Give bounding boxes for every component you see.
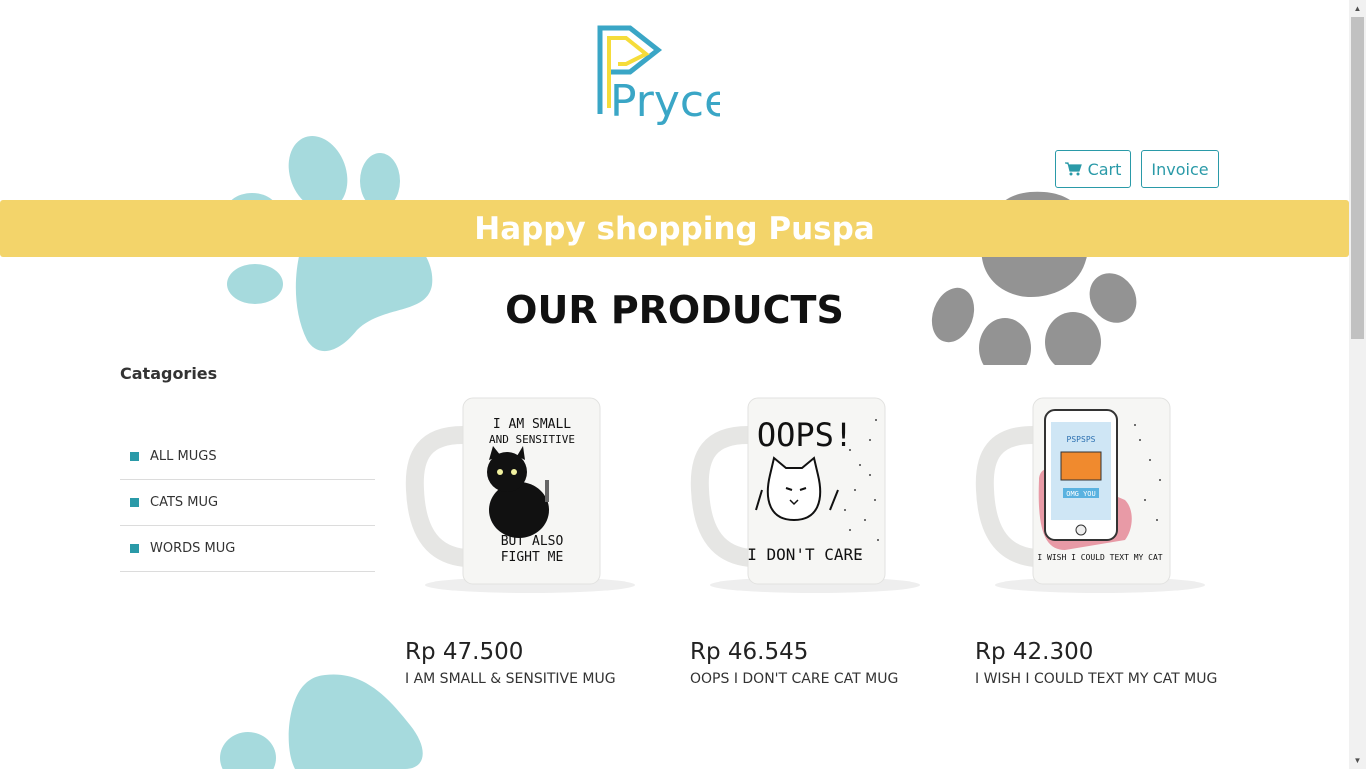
product-image[interactable]: PSPSPS OMG YOU I WISH I COULD TEXT MY CA… — [975, 380, 1215, 605]
scroll-thumb[interactable] — [1351, 17, 1364, 339]
scroll-up-arrow-icon[interactable]: ▲ — [1349, 0, 1366, 17]
square-bullet-icon — [130, 452, 139, 461]
page: Pryce! Cart Invoice Happy shopping Puspa… — [0, 0, 1349, 769]
product-price: Rp 46.545 — [690, 639, 809, 665]
product-card[interactable]: I AM SMALL AND SENSITIVE BUT ALSO FIGHT … — [405, 380, 665, 687]
mug-image: OOPS! I DON'T CARE — [690, 397, 920, 593]
product-price: Rp 47.500 — [405, 639, 524, 665]
pryce-logo[interactable]: Pryce! — [596, 24, 749, 128]
cart-button[interactable]: Cart — [1055, 150, 1131, 188]
category-label: CATS MUG — [150, 495, 219, 510]
mug-text-line: I AM SMALL — [493, 417, 571, 432]
category-item-cats-mug[interactable]: CATS MUG — [120, 480, 375, 526]
product-price: Rp 42.300 — [975, 639, 1094, 665]
mug-text-line: I DON'T CARE — [747, 545, 863, 564]
category-label: WORDS MUG — [150, 541, 236, 556]
cart-label: Cart — [1087, 159, 1122, 179]
teal-paw-decoration-bottom — [220, 674, 423, 769]
square-bullet-icon — [130, 544, 139, 553]
category-item-words-mug[interactable]: WORDS MUG — [120, 526, 375, 572]
mug-text-line: FIGHT ME — [501, 550, 564, 565]
product-name[interactable]: OOPS I DON'T CARE CAT MUG — [690, 671, 950, 687]
mug-screen-text: PSPSPS — [1067, 435, 1096, 444]
product-card[interactable]: PSPSPS OMG YOU I WISH I COULD TEXT MY CA… — [975, 380, 1235, 687]
vertical-scrollbar[interactable]: ▲ ▼ — [1349, 0, 1366, 769]
product-card[interactable]: OOPS! I DON'T CARE Rp 46.545 OOPS I DON'… — [690, 380, 950, 687]
shopping-cart-icon — [1064, 162, 1082, 176]
scroll-down-arrow-icon[interactable]: ▼ — [1349, 752, 1366, 769]
mug-text-line: I WISH I COULD TEXT MY CAT — [1037, 553, 1162, 562]
category-label: ALL MUGS — [150, 449, 217, 464]
mug-text-line: AND SENSITIVE — [489, 433, 575, 446]
section-title: OUR PRODUCTS — [505, 288, 844, 332]
product-image[interactable]: OOPS! I DON'T CARE — [690, 380, 930, 605]
invoice-label: Invoice — [1151, 159, 1209, 179]
square-bullet-icon — [130, 498, 139, 507]
logo-text: Pryce! — [610, 76, 720, 127]
greeting-text: Happy shopping Puspa — [474, 210, 875, 247]
category-list: ALL MUGS CATS MUG WORDS MUG — [120, 434, 375, 572]
mug-text-line: BUT ALSO — [501, 534, 564, 549]
mug-image: I AM SMALL AND SENSITIVE BUT ALSO FIGHT … — [405, 397, 635, 593]
product-name[interactable]: I WISH I COULD TEXT MY CAT MUG — [975, 671, 1235, 687]
mug-text-line: OOPS! — [757, 416, 853, 454]
invoice-button[interactable]: Invoice — [1141, 150, 1219, 188]
pryce-logo-graphic: Pryce! — [597, 25, 749, 127]
mug-image: PSPSPS OMG YOU I WISH I COULD TEXT MY CA… — [975, 397, 1205, 593]
mug-button-text: OMG YOU — [1066, 490, 1096, 498]
product-image[interactable]: I AM SMALL AND SENSITIVE BUT ALSO FIGHT … — [405, 380, 645, 605]
category-item-all-mugs[interactable]: ALL MUGS — [120, 434, 375, 480]
product-name[interactable]: I AM SMALL & SENSITIVE MUG — [405, 671, 665, 687]
categories-title: Catagories — [120, 364, 218, 383]
greeting-banner: Happy shopping Puspa — [0, 200, 1349, 257]
